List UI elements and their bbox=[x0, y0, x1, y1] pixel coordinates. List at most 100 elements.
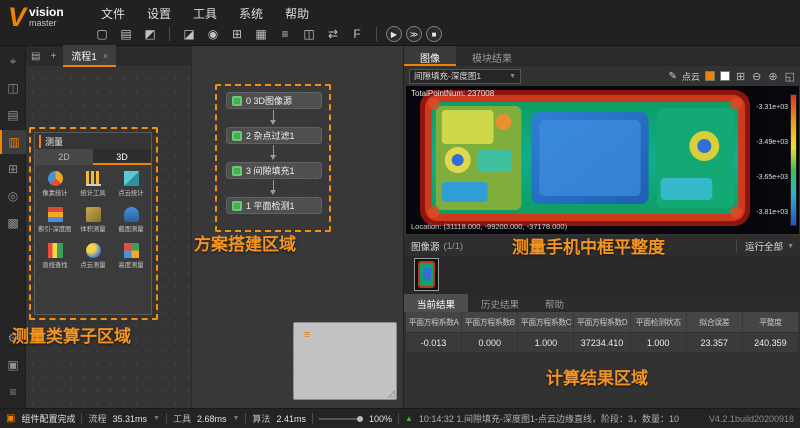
chevron-down-icon[interactable]: ▼ bbox=[232, 415, 239, 422]
matrix-tool-icon[interactable]: ▦ bbox=[251, 25, 271, 43]
cell-value: 240.359 bbox=[743, 332, 799, 352]
fullscreen-icon[interactable]: ◱ bbox=[784, 70, 796, 83]
new-solution-icon[interactable]: ▢ bbox=[92, 25, 112, 43]
zoom-in-icon[interactable]: ⊕ bbox=[767, 70, 778, 83]
component-status-text: 组件配置完成 bbox=[21, 412, 75, 425]
list-panel-icon[interactable]: ▤ bbox=[0, 103, 26, 127]
tab-module-result[interactable]: 模块结果 bbox=[456, 46, 528, 66]
toolbar-divider bbox=[169, 27, 170, 41]
operator-item[interactable]: 统计工具 bbox=[74, 168, 112, 201]
export-icon[interactable]: ◪ bbox=[179, 25, 199, 43]
flow-hierarchy-icon[interactable]: ▤ bbox=[26, 51, 45, 62]
open-solution-icon[interactable]: ▤ bbox=[116, 25, 136, 43]
color-swatch-orange[interactable] bbox=[705, 71, 715, 81]
viewer-controls: 间隙填充-深度图1 ▼ ✎ 点云 ⊞ ⊖ ⊕ ◱ bbox=[404, 66, 800, 86]
module-tool-icon[interactable]: ◫ bbox=[299, 25, 319, 43]
menu-settings[interactable]: 设置 bbox=[136, 2, 182, 22]
tab-help[interactable]: 帮助 bbox=[532, 294, 577, 312]
flow-time-value: 35.31ms bbox=[112, 414, 147, 424]
tab-2d[interactable]: 2D bbox=[35, 149, 93, 165]
operator-item[interactable]: 点云测量 bbox=[74, 240, 112, 273]
result-table: 平面方程系数A 平面方程系数B 平面方程系数C 平面方程系数D 平面检测状态 拟… bbox=[406, 312, 799, 352]
operator-item[interactable]: 高度测量 bbox=[112, 240, 150, 273]
add-flow-icon[interactable]: + bbox=[45, 51, 61, 62]
fit-view-icon[interactable]: ⊞ bbox=[735, 70, 746, 83]
operator-label: 点云测量 bbox=[80, 261, 105, 270]
flow-node-plane-detect[interactable]: 1 平面检测1 bbox=[226, 197, 322, 214]
canvas-minimap[interactable]: ≡ ◿ bbox=[293, 322, 397, 400]
flow-time-label: 流程 bbox=[88, 412, 106, 425]
tab-3d[interactable]: 3D bbox=[93, 149, 151, 165]
image-thumbnail[interactable] bbox=[414, 258, 439, 291]
crosshair-icon[interactable]: ⌖ bbox=[0, 49, 26, 73]
chevron-down-icon[interactable]: ▼ bbox=[153, 415, 160, 422]
run-once-button[interactable]: ▶ bbox=[386, 26, 402, 42]
color-swatch-white[interactable] bbox=[720, 71, 730, 81]
flow-node-label: 3 间隙填充1 bbox=[246, 164, 295, 177]
measure-panel-title: 测量 bbox=[35, 133, 151, 149]
log-expand-icon[interactable]: ▲ bbox=[405, 414, 413, 423]
run-continuous-button[interactable]: ≫ bbox=[406, 26, 422, 42]
logo-line2: master bbox=[29, 19, 64, 28]
toolbar-divider bbox=[376, 27, 377, 41]
tab-image[interactable]: 图像 bbox=[404, 46, 456, 66]
annotation-scheme-area: 方案搭建区域 bbox=[194, 230, 296, 255]
camera-icon[interactable]: ◉ bbox=[203, 25, 223, 43]
operator-item[interactable]: 直线查找 bbox=[36, 240, 74, 273]
pointcloud-stat-icon bbox=[124, 171, 139, 186]
grid-view-icon[interactable]: ⊞ bbox=[227, 25, 247, 43]
flow-node-label: 1 平面检测1 bbox=[246, 199, 295, 212]
flow-canvas[interactable]: 0 3D图像源 2 杂点过滤1 3 间隙填充1 1 平面检测1 ≡ ◿ bbox=[192, 46, 403, 408]
edit-pencil-icon[interactable]: ✎ bbox=[669, 71, 677, 82]
operator-item[interactable]: 点云统计 bbox=[112, 168, 150, 201]
hamburger-icon[interactable]: ≡ bbox=[304, 329, 310, 341]
stop-button[interactable]: ■ bbox=[426, 26, 442, 42]
menu-bar: 文件 设置 工具 系统 帮助 bbox=[90, 2, 320, 22]
run-all-label: 运行全部 bbox=[745, 239, 783, 253]
measure-tools-icon[interactable]: ▥ bbox=[0, 130, 26, 154]
menu-system[interactable]: 系统 bbox=[228, 2, 274, 22]
measure-operator-panel: 测量 2D 3D 像素统计 统计工具 点云统计 索引-深度图 体积测量 截面测量… bbox=[34, 132, 152, 315]
font-tool-icon[interactable]: F bbox=[347, 25, 367, 43]
main-toolbar: ▢ ▤ ◩ ◪ ◉ ⊞ ▦ ≡ ◫ ⇄ F ▶ ≫ ■ bbox=[92, 23, 442, 45]
operator-item[interactable]: 索引-深度图 bbox=[36, 204, 74, 237]
close-icon[interactable]: × bbox=[103, 51, 108, 61]
flow-node-noise-filter[interactable]: 2 杂点过滤1 bbox=[226, 127, 322, 144]
tab-current-result[interactable]: 当前结果 bbox=[404, 294, 468, 312]
image-source-label: 图像源 bbox=[411, 239, 440, 253]
flow-node-gap-fill[interactable]: 3 间隙填充1 bbox=[226, 162, 322, 179]
menu-file[interactable]: 文件 bbox=[90, 2, 136, 22]
zoom-out-icon[interactable]: ⊖ bbox=[751, 70, 762, 83]
zoom-slider[interactable] bbox=[319, 418, 363, 420]
tab-history-result[interactable]: 历史结果 bbox=[468, 294, 532, 312]
target-icon[interactable]: ◎ bbox=[0, 184, 26, 208]
menu-help[interactable]: 帮助 bbox=[274, 2, 320, 22]
operator-item[interactable]: 截面测量 bbox=[112, 204, 150, 237]
menu-tools[interactable]: 工具 bbox=[182, 2, 228, 22]
operator-item[interactable]: 体积测量 bbox=[74, 204, 112, 237]
io-tool-icon[interactable]: ⇄ bbox=[323, 25, 343, 43]
pattern-icon[interactable]: ▩ bbox=[0, 211, 26, 235]
status-log-text: 10:14:32 1.间隙填充-深度图1-点云边缘直线，阶段：3，数量：10 bbox=[419, 412, 703, 425]
table-row[interactable]: -0.013 0.000 1.000 37234.410 1.000 23.35… bbox=[406, 332, 799, 352]
depthmap-viewport[interactable]: TotalPointNum: 237008 bbox=[406, 86, 799, 234]
operator-item[interactable]: 像素统计 bbox=[36, 168, 74, 201]
height-measure-icon bbox=[124, 243, 139, 258]
resize-handle-icon[interactable]: ◿ bbox=[388, 388, 395, 399]
list-tool-icon[interactable]: ≡ bbox=[275, 25, 295, 43]
flow-node-image-source[interactable]: 0 3D图像源 bbox=[226, 92, 322, 109]
docs-icon[interactable]: ▣ bbox=[0, 353, 26, 377]
col-header: 平整度 bbox=[743, 312, 799, 332]
annotation-operators-area: 测量类算子区域 bbox=[12, 322, 131, 347]
zoom-slider-knob[interactable] bbox=[357, 416, 363, 422]
run-all-dropdown[interactable]: 运行全部 ▼ bbox=[736, 239, 794, 253]
save-solution-icon[interactable]: ◩ bbox=[140, 25, 160, 43]
scale-label: -3.31e+03 bbox=[756, 104, 788, 111]
image-source-select[interactable]: 间隙填充-深度图1 ▼ bbox=[409, 69, 521, 84]
col-header: 平面方程系数D bbox=[574, 312, 630, 332]
calibration-icon[interactable]: ⊞ bbox=[0, 157, 26, 181]
cell-value: 37234.410 bbox=[574, 332, 630, 352]
tab-flow1[interactable]: 流程1 × bbox=[63, 45, 116, 67]
modules-icon[interactable]: ◫ bbox=[0, 76, 26, 100]
menu-icon[interactable]: ≡ bbox=[0, 380, 26, 404]
